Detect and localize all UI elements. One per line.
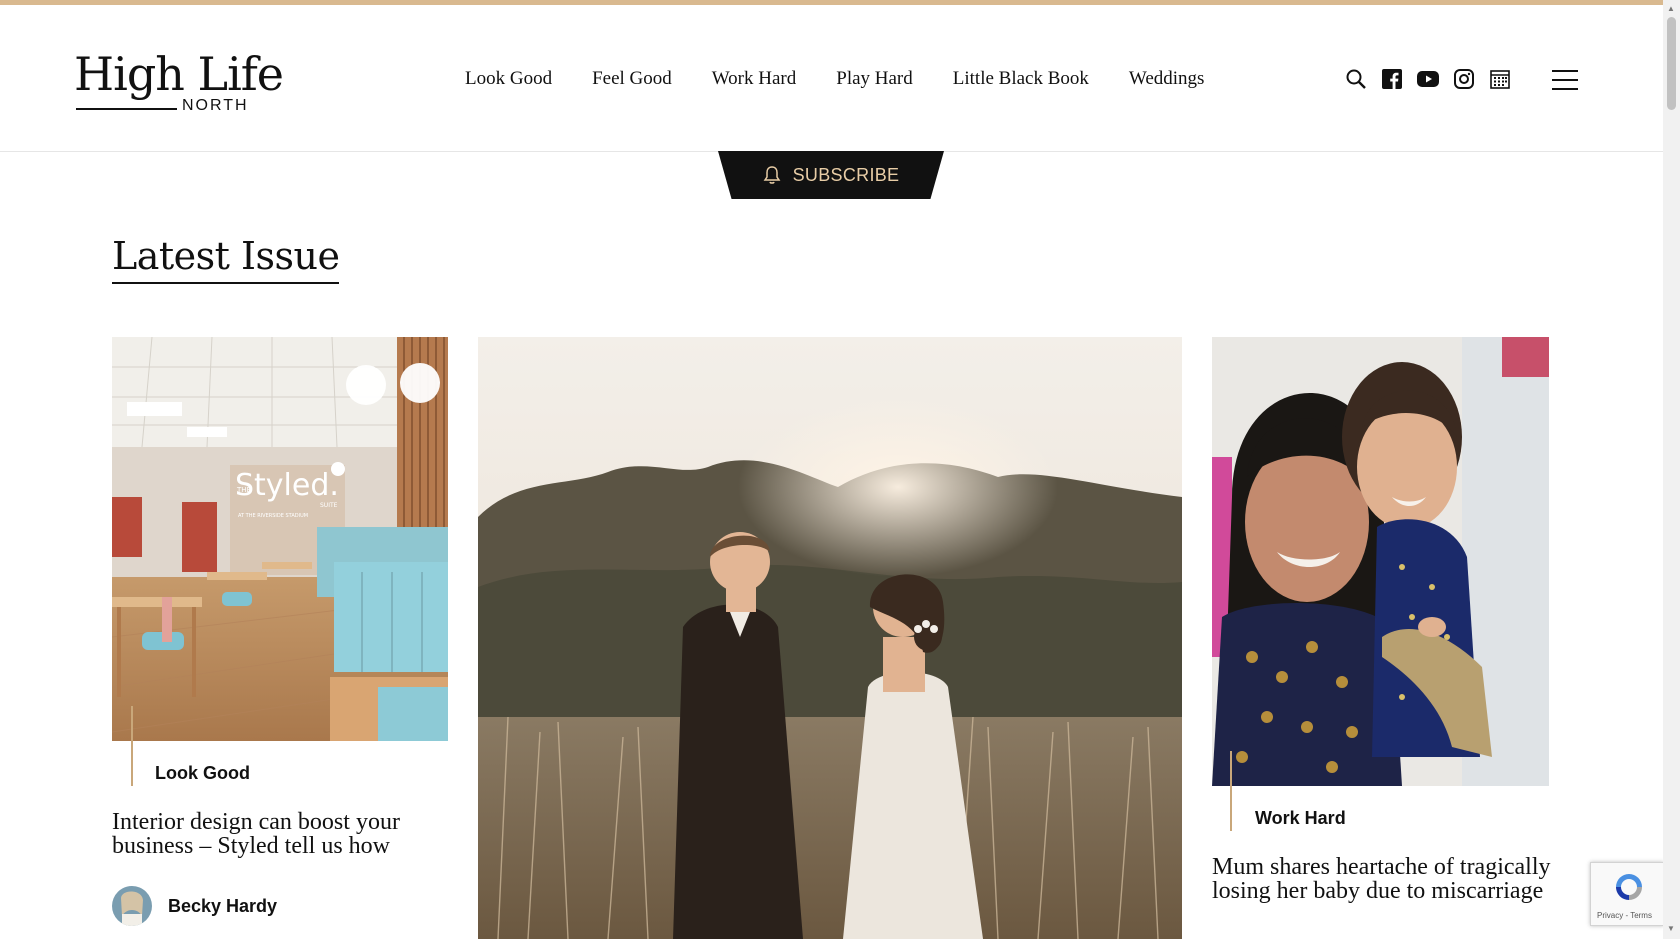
subscribe-button[interactable]: SUBSCRIBE xyxy=(718,151,944,199)
instagram-icon[interactable] xyxy=(1452,67,1476,91)
bell-icon xyxy=(763,165,781,185)
card-headline[interactable]: Mum shares heartache of tragically losin… xyxy=(1212,855,1557,903)
logo-sub-text: NORTH xyxy=(182,97,249,114)
menu-icon[interactable] xyxy=(1552,70,1578,90)
sign-sub-text: SUITE xyxy=(320,502,338,509)
logo-main-text: High Life xyxy=(74,47,284,101)
site-logo[interactable]: High Life NORTH xyxy=(74,47,284,119)
recaptcha-badge[interactable]: Privacy - Terms xyxy=(1590,862,1664,926)
header-icons xyxy=(1344,67,1524,91)
sign-main-text: Styled. xyxy=(235,468,339,503)
card-category-work-hard[interactable]: Work Hard xyxy=(1255,808,1346,829)
card-headline[interactable]: Interior design can boost your business … xyxy=(112,810,442,858)
calendar-icon[interactable] xyxy=(1488,67,1512,91)
nav-item-work-hard[interactable]: Work Hard xyxy=(712,68,796,90)
section-title: Latest Issue xyxy=(112,234,340,284)
nav-item-little-black-book[interactable]: Little Black Book xyxy=(953,68,1089,90)
search-icon[interactable] xyxy=(1344,67,1368,91)
sign-small-text: AT THE RIVERSIDE STADIUM xyxy=(238,513,308,519)
logo-rule xyxy=(76,108,177,110)
category-line xyxy=(1230,751,1232,831)
page-scrollbar[interactable]: ▲ ▼ xyxy=(1663,0,1680,939)
category-line xyxy=(131,706,133,786)
scroll-thumb[interactable] xyxy=(1667,17,1676,110)
nav-item-look-good[interactable]: Look Good xyxy=(465,68,552,90)
author-name: Becky Hardy xyxy=(168,895,278,916)
recaptcha-icon xyxy=(1613,871,1645,908)
site-header: High Life NORTH Look Good Feel Good Work… xyxy=(0,5,1663,152)
recaptcha-links[interactable]: Privacy - Terms xyxy=(1597,911,1652,920)
main-nav: Look Good Feel Good Work Hard Play Hard … xyxy=(465,68,1244,90)
card-image-wedding[interactable] xyxy=(478,337,1182,939)
youtube-icon[interactable] xyxy=(1416,67,1440,91)
subscribe-label: SUBSCRIBE xyxy=(792,164,900,185)
card-image-mother-child[interactable] xyxy=(1212,337,1549,786)
card-author[interactable]: Becky Hardy xyxy=(112,886,277,926)
card-category-look-good[interactable]: Look Good xyxy=(155,763,250,784)
card-image-interior[interactable]: THE Styled. SUITE AT THE RIVERSIDE STADI… xyxy=(112,337,448,741)
avatar xyxy=(112,886,152,926)
scroll-up-arrow-icon[interactable]: ▲ xyxy=(1667,4,1675,13)
nav-item-weddings[interactable]: Weddings xyxy=(1129,68,1205,90)
scroll-down-arrow-icon[interactable]: ▼ xyxy=(1667,924,1675,933)
nav-item-play-hard[interactable]: Play Hard xyxy=(836,68,913,90)
facebook-icon[interactable] xyxy=(1380,67,1404,91)
nav-item-feel-good[interactable]: Feel Good xyxy=(592,68,672,90)
